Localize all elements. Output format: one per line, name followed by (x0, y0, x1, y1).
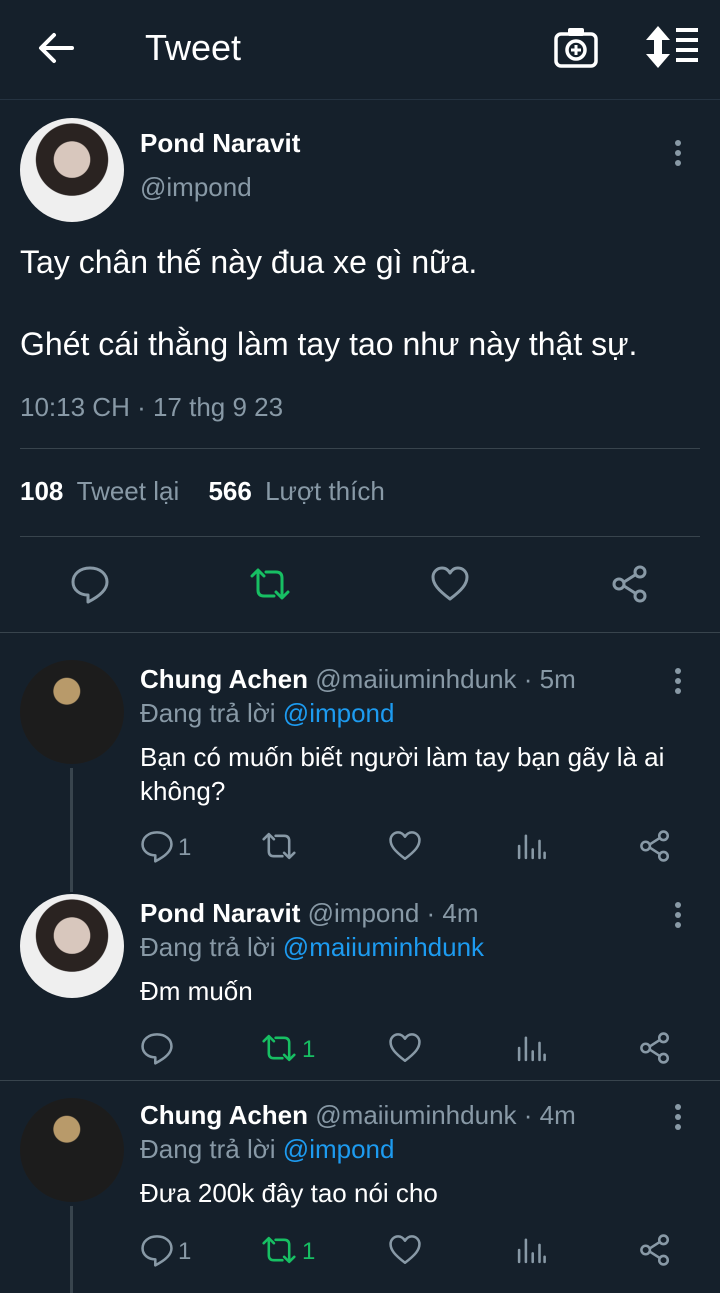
reply-text: Bạn có muốn biết người làm tay bạn gãy l… (140, 742, 665, 806)
more-options-icon[interactable] (673, 902, 683, 932)
reply-text: Đm muốn (140, 976, 253, 1006)
share-icon[interactable] (610, 564, 650, 604)
tweet-text-line-2: Ghét cái thằng làm tay tao như này thật … (20, 326, 638, 362)
avatar[interactable] (20, 894, 124, 998)
replying-to-mention[interactable]: @impond (283, 698, 395, 728)
more-options-icon[interactable] (673, 668, 683, 698)
reply-text: Đưa 200k đây tao nói cho (140, 1178, 438, 1208)
share-icon[interactable] (638, 1031, 672, 1065)
author-handle[interactable]: @impond (140, 172, 252, 203)
more-options-icon[interactable] (673, 140, 683, 170)
camera-add-icon[interactable] (552, 24, 600, 70)
avatar[interactable] (20, 118, 124, 222)
reply-author-line: Pond Naravit @impond · 4m (140, 898, 479, 929)
like-icon[interactable] (388, 1233, 422, 1267)
divider (20, 536, 700, 537)
reply-author-name[interactable]: Chung Achen (140, 664, 308, 694)
sort-replies-icon[interactable] (644, 24, 700, 70)
replying-to-prefix: Đang trả lời (140, 698, 276, 728)
replying-to-mention[interactable]: @impond (283, 1134, 395, 1164)
reply-count[interactable]: 1 (178, 834, 191, 862)
retweet-icon[interactable] (262, 1031, 296, 1065)
reply-author-handle[interactable]: @maiiuminhdunk · 5m (315, 664, 575, 694)
share-icon[interactable] (638, 829, 672, 863)
retweet-icon[interactable] (250, 564, 290, 604)
author-name[interactable]: Pond Naravit (140, 128, 300, 159)
reply-icon[interactable] (140, 829, 174, 863)
reply-icon[interactable] (140, 1031, 174, 1065)
replying-to-mention[interactable]: @maiiuminhdunk (283, 932, 484, 962)
analytics-icon[interactable] (514, 1031, 548, 1065)
retweet-count[interactable]: 1 (302, 1036, 315, 1064)
top-app-bar: Tweet (0, 0, 720, 100)
like-icon[interactable] (430, 564, 470, 604)
tweet-text-line-1: Tay chân thế này đua xe gì nữa. (20, 244, 478, 280)
replying-to-prefix: Đang trả lời (140, 1134, 276, 1164)
reply-count[interactable]: 1 (178, 1238, 191, 1266)
retweet-icon[interactable] (262, 829, 296, 863)
section-divider (0, 632, 720, 633)
page-title: Tweet (145, 27, 242, 68)
analytics-icon[interactable] (514, 1233, 548, 1267)
reply-icon[interactable] (140, 1233, 174, 1267)
reply-author-line: Chung Achen @maiiuminhdunk · 4m (140, 1100, 576, 1131)
avatar[interactable] (20, 660, 124, 764)
reply-author-name[interactable]: Pond Naravit (140, 898, 300, 928)
reply-icon[interactable] (70, 564, 110, 604)
thread-connector (70, 768, 73, 892)
thread-connector (70, 1206, 73, 1293)
retweet-icon[interactable] (262, 1233, 296, 1267)
divider (20, 448, 700, 449)
replying-to: Đang trả lời @maiiuminhdunk (140, 932, 484, 963)
back-arrow-icon[interactable] (34, 26, 78, 70)
reply-author-handle[interactable]: @impond · 4m (308, 898, 479, 928)
share-icon[interactable] (638, 1233, 672, 1267)
reply-author-handle[interactable]: @maiiuminhdunk · 4m (315, 1100, 575, 1130)
replying-to: Đang trả lời @impond (140, 698, 394, 729)
tweet-timestamp[interactable]: 10:13 CH · 17 thg 9 23 (20, 392, 283, 423)
like-icon[interactable] (388, 1031, 422, 1065)
replying-to-prefix: Đang trả lời (140, 932, 276, 962)
retweet-label[interactable]: Tweet lại (77, 476, 180, 506)
retweet-count[interactable]: 1 (302, 1238, 315, 1266)
like-icon[interactable] (388, 829, 422, 863)
reply-author-name[interactable]: Chung Achen (140, 1100, 308, 1130)
reply-author-line: Chung Achen @maiiuminhdunk · 5m (140, 664, 576, 695)
tweet-stats: 108 Tweet lại 566 Lượt thích (20, 476, 385, 507)
retweet-count[interactable]: 108 (20, 476, 63, 506)
replying-to: Đang trả lời @impond (140, 1134, 394, 1165)
like-count[interactable]: 566 (208, 476, 251, 506)
like-label[interactable]: Lượt thích (265, 476, 385, 506)
analytics-icon[interactable] (514, 829, 548, 863)
avatar[interactable] (20, 1098, 124, 1202)
section-divider (0, 1080, 720, 1081)
more-options-icon[interactable] (673, 1104, 683, 1134)
